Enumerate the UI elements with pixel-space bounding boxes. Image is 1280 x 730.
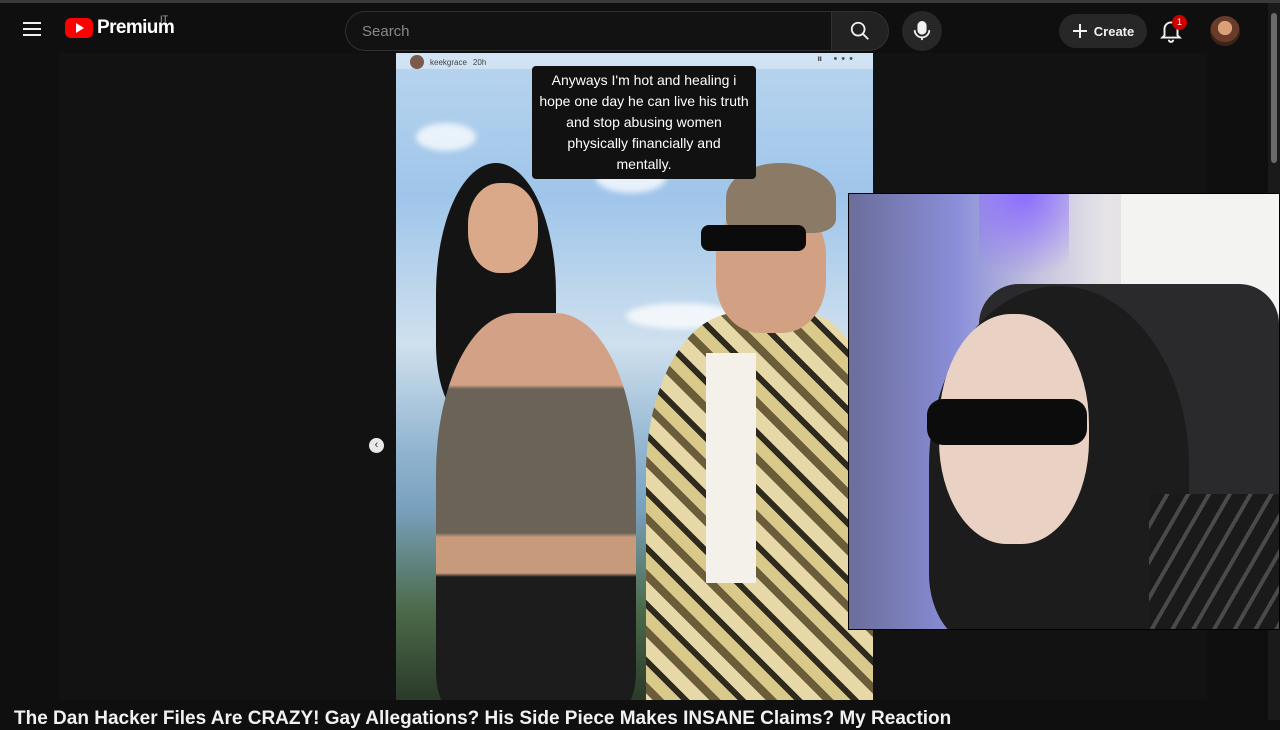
man-figure-shirt [706, 353, 756, 583]
country-code: IT [160, 14, 168, 24]
woman-figure-body [436, 313, 636, 700]
scrollbar-thumb[interactable] [1271, 13, 1277, 163]
notifications-button[interactable]: 1 [1158, 15, 1187, 45]
search-button[interactable] [831, 11, 889, 51]
search-icon [850, 21, 869, 40]
sunglasses-shape [701, 225, 806, 251]
search-bar [345, 11, 889, 51]
story-avatar [410, 55, 424, 69]
chevron-left-icon[interactable]: ‹ [369, 438, 384, 453]
woman-figure-face [468, 183, 538, 273]
jacket-stripes [1149, 494, 1279, 629]
masthead: Premium IT Create 1 [0, 0, 1280, 56]
youtube-premium-logo[interactable]: Premium [65, 17, 175, 39]
webcam-overlay [848, 193, 1280, 630]
man-figure-body [646, 313, 873, 700]
youtube-logo-icon [65, 18, 93, 38]
sunglasses-shape [927, 399, 1087, 445]
story-screenshot: keekgrace 20h ⏸ ••• Anyways I'm hot and … [396, 53, 873, 700]
notification-badge: 1 [1172, 15, 1187, 30]
video-title: The Dan Hacker Files Are CRAZY! Gay Alle… [14, 708, 952, 729]
story-username: keekgrace [430, 57, 467, 67]
story-more-icon: ⏸ ••• [816, 53, 857, 65]
story-caption: Anyways I'm hot and healing i hope one d… [532, 66, 756, 179]
search-input[interactable] [345, 11, 831, 51]
story-user: keekgrace 20h [410, 55, 486, 69]
avatar[interactable] [1210, 16, 1240, 46]
hamburger-icon[interactable] [20, 17, 44, 41]
cloud-shape [416, 123, 476, 151]
plus-icon [1072, 24, 1087, 38]
microphone-icon [913, 21, 931, 41]
create-button[interactable]: Create [1059, 14, 1147, 48]
voice-search-button[interactable] [902, 11, 942, 51]
create-label: Create [1093, 23, 1135, 39]
story-age: 20h [472, 57, 487, 67]
